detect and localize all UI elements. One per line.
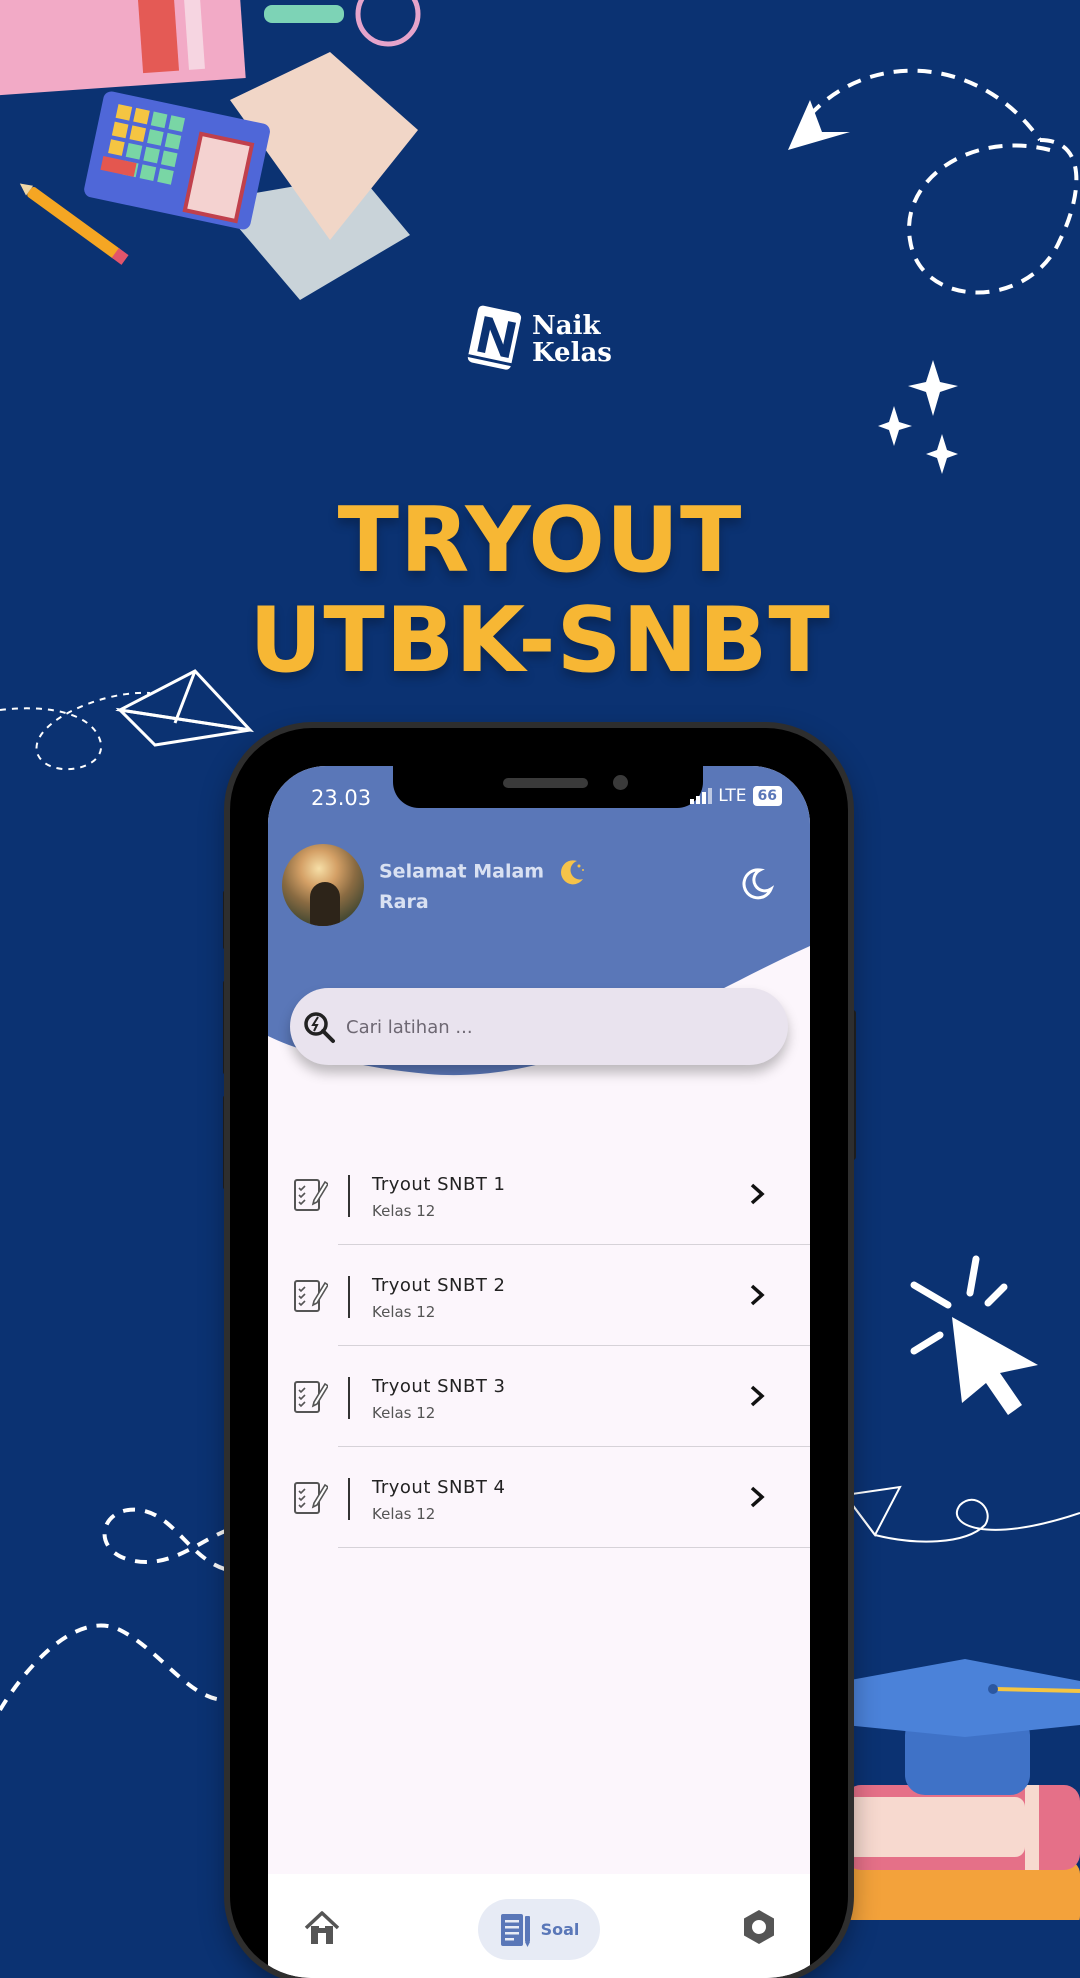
moon-icon[interactable] xyxy=(740,867,774,901)
logo-text-line1: Naik xyxy=(532,311,601,341)
list-item-subtitle: Kelas 12 xyxy=(372,1505,436,1523)
exam-sheet-icon xyxy=(500,1913,530,1947)
nav-soal-tab[interactable]: Soal xyxy=(478,1899,600,1960)
avatar[interactable] xyxy=(282,844,364,926)
dashed-loop-doodle xyxy=(0,1507,229,1712)
chevron-right-icon xyxy=(750,1486,765,1508)
chevron-right-icon xyxy=(750,1385,765,1407)
list-item[interactable]: Tryout SNBT 3 Kelas 12 xyxy=(268,1346,810,1447)
list-divider xyxy=(338,1547,810,1548)
search-input[interactable] xyxy=(344,1008,768,1046)
list-item-subtitle: Kelas 12 xyxy=(372,1202,436,1220)
battery-icon: 66 xyxy=(752,786,782,806)
list-item-subtitle: Kelas 12 xyxy=(372,1404,436,1422)
user-name: Rara xyxy=(379,891,429,913)
phone-side-button xyxy=(848,1010,856,1160)
signal-icon xyxy=(690,788,713,804)
exam-document-icon xyxy=(294,1280,328,1312)
network-label: LTE xyxy=(718,786,747,806)
settings-icon[interactable] xyxy=(740,1908,778,1946)
headline-line1: TRYOUT xyxy=(337,488,743,593)
click-cursor-icon xyxy=(910,1255,1038,1415)
search-icon xyxy=(304,1012,335,1043)
greeting-text: Selamat Malam xyxy=(379,857,587,887)
book-logo-icon xyxy=(467,305,522,370)
status-time: 23.03 xyxy=(311,786,372,810)
headline-line2: UTBK-SNBT xyxy=(249,588,831,693)
greeting-label: Selamat Malam xyxy=(379,860,545,883)
home-icon[interactable] xyxy=(302,1908,342,1948)
front-camera xyxy=(613,775,628,790)
search-bar[interactable] xyxy=(290,988,788,1065)
dashed-arrow-doodle xyxy=(788,68,1079,295)
list-item-subtitle: Kelas 12 xyxy=(372,1303,436,1321)
chevron-right-icon xyxy=(750,1284,765,1306)
paper-plane-doodle-right xyxy=(845,1485,1080,1543)
stationery-illustration xyxy=(0,0,421,300)
status-indicators: LTE 66 xyxy=(690,786,782,806)
list-item[interactable]: Tryout SNBT 1 Kelas 12 xyxy=(268,1144,810,1245)
list-item-title: Tryout SNBT 4 xyxy=(372,1477,506,1498)
speaker-grille xyxy=(503,778,588,788)
phone-frame: 23.03 LTE 66 Selamat Malam Rara Cari lat… xyxy=(230,728,848,1978)
list-item-title: Tryout SNBT 3 xyxy=(372,1376,506,1397)
list-item-title: Tryout SNBT 2 xyxy=(372,1275,506,1296)
phone-notch xyxy=(393,766,703,808)
logo-text-line2: Kelas xyxy=(532,338,612,368)
tryout-list: Tryout SNBT 1 Kelas 12 Tryout SNBT 2 Kel… xyxy=(268,1144,810,1548)
brand-logo: Naik Kelas xyxy=(466,300,616,380)
exam-document-icon xyxy=(294,1179,328,1211)
graduation-books-illustration xyxy=(845,1659,1080,1920)
sparkle-icon xyxy=(878,360,958,474)
chevron-right-icon xyxy=(750,1183,765,1205)
exam-document-icon xyxy=(294,1381,328,1413)
list-item-title: Tryout SNBT 1 xyxy=(372,1174,506,1195)
app-screen: 23.03 LTE 66 Selamat Malam Rara Cari lat… xyxy=(268,766,810,1978)
bottom-navigation: Soal xyxy=(268,1874,810,1978)
exam-document-icon xyxy=(294,1482,328,1514)
list-item[interactable]: Tryout SNBT 4 Kelas 12 xyxy=(268,1447,810,1548)
list-item[interactable]: Tryout SNBT 2 Kelas 12 xyxy=(268,1245,810,1346)
crescent-moon-icon xyxy=(560,860,584,885)
nav-soal-label: Soal xyxy=(540,1920,580,1939)
